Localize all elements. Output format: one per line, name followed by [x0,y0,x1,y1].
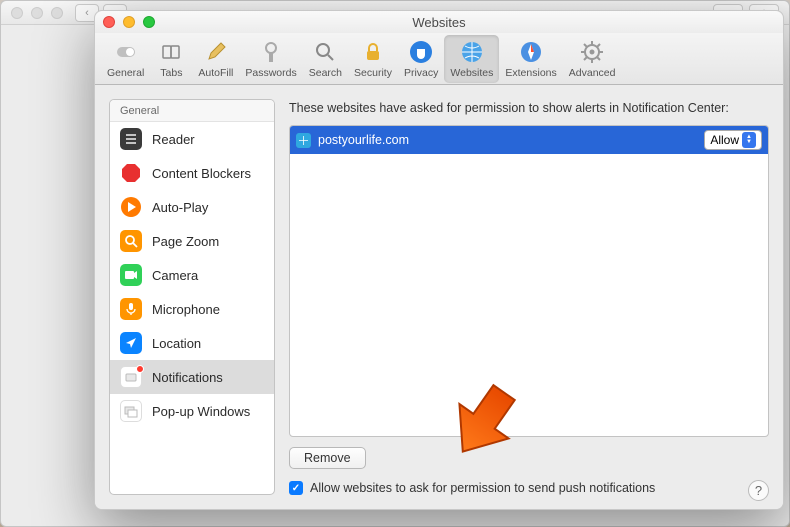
sidebar-item-auto-play[interactable]: Auto-Play [110,190,274,224]
sidebar-item-label: Reader [152,132,195,147]
preferences-window: Websites General Tabs AutoFill Passwords [94,10,784,510]
sidebar-item-label: Pop-up Windows [152,404,250,419]
permission-dropdown[interactable]: Allow ▲▼ [704,130,762,150]
checkbox-label: Allow websites to ask for permission to … [310,481,655,495]
microphone-icon [120,298,142,320]
website-favicon-icon [296,133,311,148]
close-icon[interactable] [103,16,115,28]
permission-value: Allow [710,133,739,147]
toolbar-label: Tabs [160,67,182,79]
minimize-icon[interactable] [123,16,135,28]
sidebar-item-content-blockers[interactable]: Content Blockers [110,156,274,190]
website-list[interactable]: postyourlife.com Allow ▲▼ [289,125,769,437]
website-domain: postyourlife.com [318,133,409,147]
sidebar-item-label: Camera [152,268,198,283]
checkbox-icon[interactable]: ✓ [289,481,303,495]
sidebar-item-camera[interactable]: Camera [110,258,274,292]
hand-icon [408,39,434,65]
toolbar-security[interactable]: Security [348,35,398,83]
toolbar-privacy[interactable]: Privacy [398,35,444,83]
popup-icon [120,400,142,422]
help-button[interactable]: ? [748,480,769,501]
chevron-up-down-icon: ▲▼ [742,132,756,148]
switch-icon [113,39,139,65]
prefs-titlebar: Websites [95,11,783,33]
toolbar-search[interactable]: Search [303,35,348,83]
sidebar-item-reader[interactable]: Reader [110,122,274,156]
maximize-icon[interactable] [143,16,155,28]
toolbar-websites[interactable]: Websites [444,35,499,83]
website-row[interactable]: postyourlife.com Allow ▲▼ [290,126,768,154]
gear-icon [579,39,605,65]
browser-min-icon [31,7,43,19]
reader-icon [120,128,142,150]
tabs-icon [158,39,184,65]
location-icon [120,332,142,354]
toolbar-label: AutoFill [198,67,233,79]
toolbar-label: Privacy [404,67,438,79]
sidebar-item-label: Location [152,336,201,351]
toolbar-tabs[interactable]: Tabs [150,35,192,83]
toolbar-extensions[interactable]: Extensions [499,35,562,83]
sidebar-item-microphone[interactable]: Microphone [110,292,274,326]
key-icon [258,39,284,65]
bottom-controls: Remove ✓ Allow websites to ask for permi… [289,447,769,495]
toolbar-label: Passwords [245,67,296,79]
toolbar-label: Extensions [505,67,556,79]
sidebar-item-notifications[interactable]: Notifications [110,360,274,394]
browser-close-icon [11,7,23,19]
zoom-icon [120,230,142,252]
toolbar-autofill[interactable]: AutoFill [192,35,239,83]
notification-badge-icon [136,365,144,373]
content-area: General Reader Content Blockers Auto-Pla… [95,85,783,509]
sidebar-item-label: Microphone [152,302,220,317]
stop-icon [120,162,142,184]
toolbar-passwords[interactable]: Passwords [239,35,302,83]
toolbar-general[interactable]: General [101,35,150,83]
sidebar-item-label: Auto-Play [152,200,208,215]
browser-max-icon [51,7,63,19]
prefs-toolbar: General Tabs AutoFill Passwords Search [95,33,783,85]
search-icon [312,39,338,65]
sidebar-item-label: Page Zoom [152,234,219,249]
sidebar-item-label: Notifications [152,370,223,385]
main-description: These websites have asked for permission… [289,99,769,115]
pencil-icon [203,39,229,65]
sidebar-header: General [110,100,274,122]
toolbar-label: Security [354,67,392,79]
play-icon [120,196,142,218]
sidebar-item-label: Content Blockers [152,166,251,181]
allow-ask-checkbox-row[interactable]: ✓ Allow websites to ask for permission t… [289,481,769,495]
remove-button[interactable]: Remove [289,447,366,469]
toolbar-label: General [107,67,144,79]
compass-icon [518,39,544,65]
window-title: Websites [95,15,783,30]
sidebar-item-page-zoom[interactable]: Page Zoom [110,224,274,258]
main-panel: These websites have asked for permission… [289,99,769,495]
toolbar-label: Websites [450,67,493,79]
camera-icon [120,264,142,286]
sidebar: General Reader Content Blockers Auto-Pla… [109,99,275,495]
sidebar-item-popup-windows[interactable]: Pop-up Windows [110,394,274,428]
globe-icon [459,39,485,65]
toolbar-label: Search [309,67,342,79]
toolbar-label: Advanced [569,67,616,79]
sidebar-item-location[interactable]: Location [110,326,274,360]
lock-icon [360,39,386,65]
toolbar-advanced[interactable]: Advanced [563,35,622,83]
